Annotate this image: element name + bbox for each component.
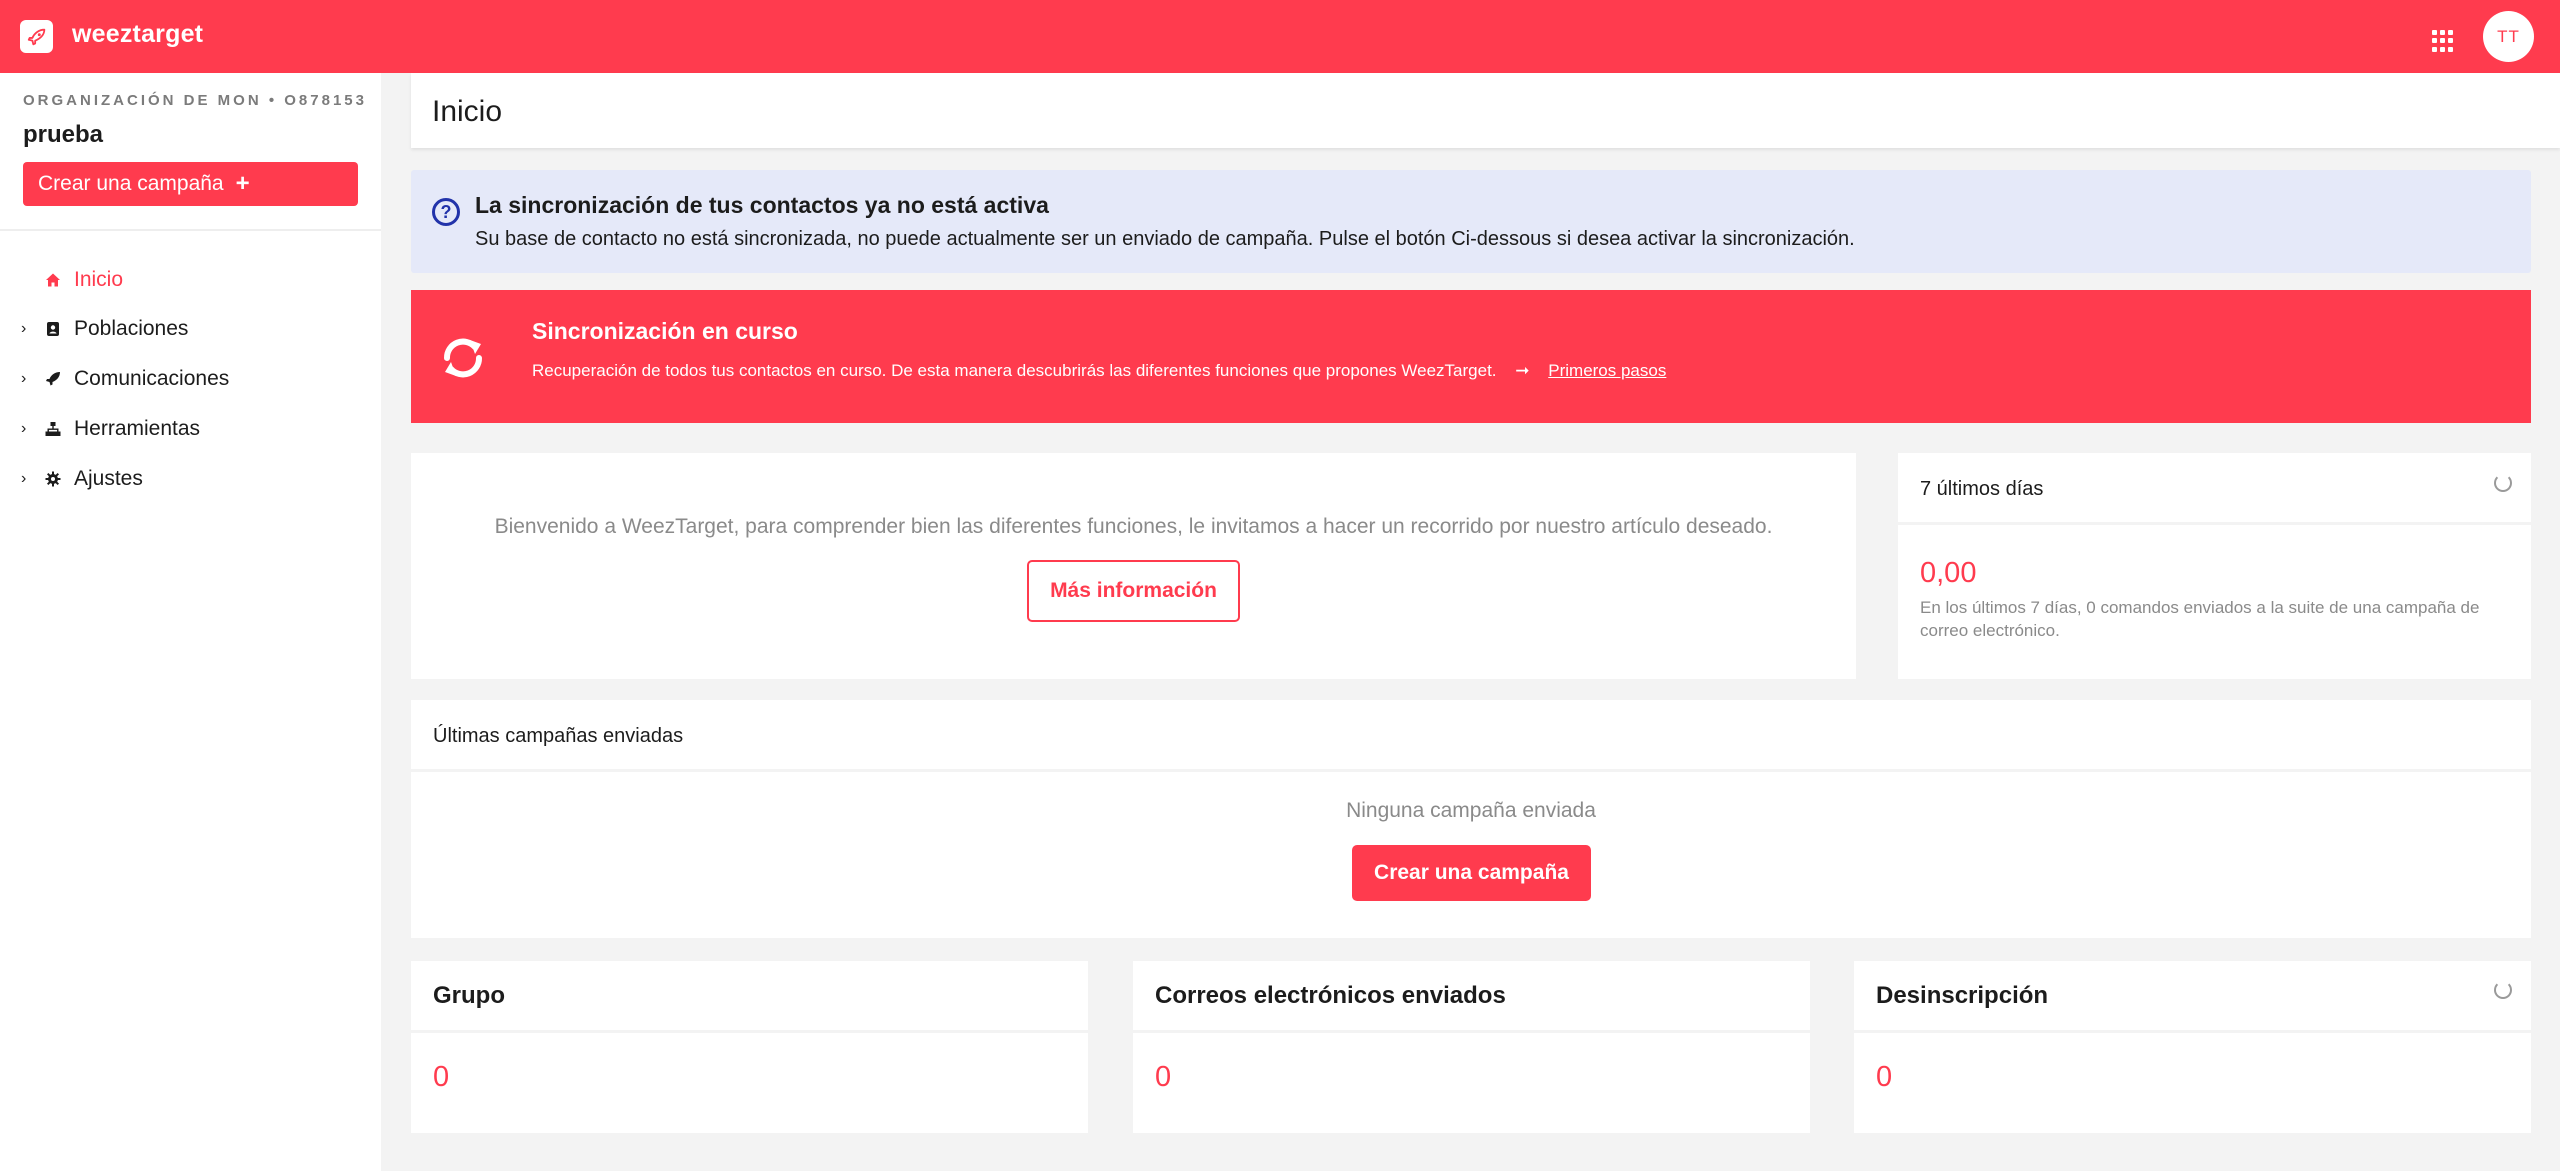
card-title: Últimas campañas enviadas [433, 725, 684, 747]
sitemap-icon [45, 422, 61, 436]
home-icon [46, 273, 60, 287]
metric-title: Grupo [433, 982, 505, 1009]
card-header: Grupo [411, 961, 1088, 1033]
sidebar-item-label: Poblaciones [74, 317, 189, 340]
sidebar: ORGANIZACIÓN DE MON • O878153 prueba Cre… [0, 73, 381, 1171]
card-header: 7 últimos días [1898, 453, 2531, 525]
metric-card-unsubscribe: Desinscripción 0 [1854, 961, 2531, 1133]
stats-description: En los últimos 7 días, 0 comandos enviad… [1920, 598, 2480, 640]
sidebar-item-ajustes[interactable]: › Ajustes [0, 459, 381, 499]
sidebar-item-label: Ajustes [74, 467, 143, 490]
metric-value: 0 [433, 1061, 450, 1093]
alert-title: La sincronización de tus contactos ya no… [475, 192, 1049, 218]
more-info-button[interactable]: Más información [1027, 560, 1240, 622]
sidebar-item-herramientas[interactable]: › Herramientas [0, 409, 381, 449]
organization-id: ORGANIZACIÓN DE MON • O878153 [23, 92, 367, 109]
page-title: Inicio [432, 95, 503, 128]
sidebar-item-poblaciones[interactable]: › Poblaciones [0, 309, 381, 349]
chevron-right-icon: › [21, 370, 27, 387]
chevron-right-icon: › [21, 420, 27, 437]
create-campaign-label: Crear una campaña [38, 172, 224, 195]
gear-icon [45, 471, 61, 487]
sync-in-progress-banner: Sincronización en curso Recuperación de … [411, 290, 2531, 423]
sidebar-item-label: Inicio [74, 268, 124, 291]
sidebar-item-comunicaciones[interactable]: › Comunicaciones [0, 359, 381, 399]
chevron-right-icon: › [21, 320, 27, 337]
welcome-text: Bienvenido a WeezTarget, para comprender… [494, 515, 1773, 538]
arrow-right-icon: ➞ [1515, 361, 1530, 380]
sync-icon [443, 338, 483, 378]
sync-text-row: Recuperación de todos tus contactos en c… [532, 361, 1666, 381]
sync-inactive-alert: ? La sincronización de tus contactos ya … [411, 170, 2531, 273]
metric-title: Desinscripción [1876, 982, 2049, 1009]
card-header: Últimas campañas enviadas [411, 700, 2531, 772]
rocket-icon [27, 28, 45, 45]
card-header: Desinscripción [1854, 961, 2531, 1033]
metric-card-emails-sent: Correos electrónicos enviados 0 [1133, 961, 1810, 1133]
empty-state-text: Ninguna campaña enviada [1346, 799, 1596, 822]
welcome-card: Bienvenido a WeezTarget, para comprender… [411, 453, 1856, 679]
card-title: 7 últimos días [1920, 478, 2044, 500]
metric-value: 0 [1155, 1061, 1172, 1093]
recent-campaigns-card: Últimas campañas enviadas Ninguna campañ… [411, 700, 2531, 938]
question-icon: ? [432, 198, 460, 226]
contacts-icon [47, 322, 59, 336]
avatar[interactable]: TT [2483, 11, 2534, 62]
sidebar-item-inicio[interactable]: Inicio [0, 260, 381, 300]
sidebar-divider [0, 229, 381, 231]
sync-text: Recuperación de todos tus contactos en c… [532, 361, 1497, 380]
alert-text: Su base de contacto no está sincronizada… [475, 228, 1855, 250]
metric-value: 0 [1876, 1061, 1893, 1093]
last-7-days-card: 7 últimos días 0,00 En los últimos 7 día… [1898, 453, 2531, 679]
metric-title: Correos electrónicos enviados [1155, 982, 1506, 1009]
metric-card-grupo: Grupo 0 [411, 961, 1088, 1133]
brand-name[interactable]: weeztarget [72, 20, 203, 49]
apps-grid-icon[interactable] [2432, 30, 2454, 52]
rocket-icon [46, 372, 60, 386]
page-header: Inicio [411, 73, 2560, 148]
first-steps-link[interactable]: Primeros pasos [1548, 361, 1666, 380]
sync-title: Sincronización en curso [532, 318, 798, 344]
create-campaign-button[interactable]: Crear una campaña + [23, 162, 358, 206]
loading-spinner-icon [2494, 474, 2512, 492]
card-header: Correos electrónicos enviados [1133, 961, 1810, 1033]
loading-spinner-icon [2494, 981, 2512, 999]
organization-name: prueba [23, 121, 104, 148]
top-bar: weeztarget TT [0, 0, 2560, 73]
chevron-right-icon: › [21, 470, 27, 487]
sidebar-item-label: Comunicaciones [74, 367, 230, 390]
rocket-logo-icon[interactable] [20, 20, 53, 53]
create-campaign-button[interactable]: Crear una campaña [1352, 845, 1591, 901]
plus-icon: + [235, 170, 250, 197]
stats-value: 0,00 [1920, 557, 1977, 589]
sidebar-item-label: Herramientas [74, 417, 201, 440]
